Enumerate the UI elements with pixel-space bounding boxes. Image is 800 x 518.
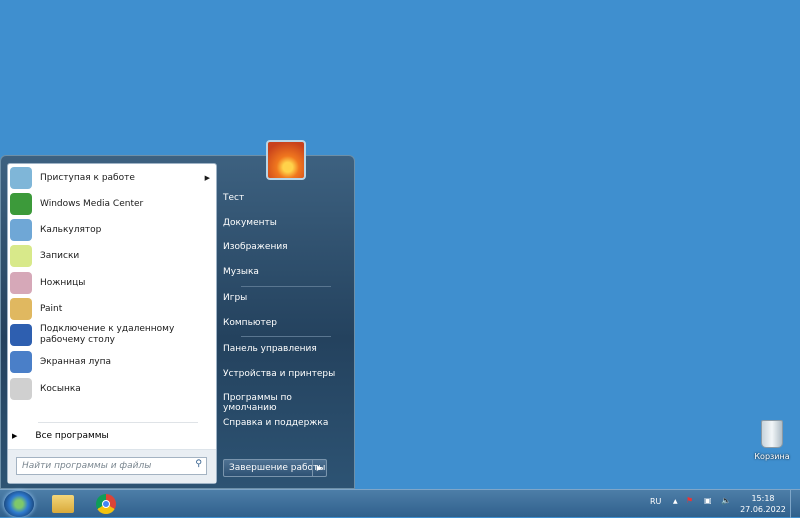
media-center-icon [10, 193, 32, 215]
right-menu-item[interactable]: Программы по умолчанию [223, 393, 343, 413]
right-menu-item[interactable]: Изображения [223, 242, 343, 252]
sticky-notes-icon [10, 245, 32, 267]
program-label: Приступая к работе [40, 172, 135, 183]
divider [241, 336, 331, 337]
explorer-taskbar-button[interactable] [52, 495, 74, 513]
search-placeholder: Найти программы и файлы [22, 461, 152, 471]
user-avatar[interactable] [266, 140, 306, 180]
chrome-taskbar-button[interactable] [96, 494, 116, 514]
recycle-bin-label: Корзина [754, 452, 790, 461]
network-icon[interactable]: ▣ [704, 496, 712, 505]
calculator-icon [10, 219, 32, 241]
program-item[interactable]: Windows Media Center [10, 193, 214, 215]
program-label: Экранная лупа [40, 356, 111, 367]
all-programs-label: Все программы [35, 431, 109, 441]
programs-panel: Приступая к работе ▶ Windows Media Center К… [7, 163, 217, 484]
language-indicator[interactable]: RU [650, 497, 661, 506]
program-label: Windows Media Center [40, 198, 144, 209]
remote-desktop-icon [10, 324, 32, 346]
start-menu: Приступая к работе ▶ Windows Media Center К… [0, 155, 355, 489]
arrow-right-icon: ▶ [12, 432, 18, 440]
solitaire-icon [10, 378, 32, 400]
program-item[interactable]: Ножницы [10, 272, 214, 294]
start-button[interactable] [4, 491, 34, 517]
clock[interactable]: 15:18 27.06.2022 [738, 493, 788, 515]
program-item[interactable]: Приступая к работе ▶ [10, 167, 214, 189]
program-label: Paint [40, 303, 63, 314]
scissors-icon [10, 272, 32, 294]
volume-icon[interactable]: 🔈 [721, 496, 731, 505]
program-label: Ножницы [40, 277, 86, 288]
clock-date: 27.06.2022 [740, 505, 786, 514]
divider [38, 422, 198, 423]
right-menu-item[interactable]: Панель управления [223, 344, 343, 354]
submenu-arrow-icon[interactable]: ▶ [205, 174, 210, 182]
clock-time: 15:18 [751, 494, 775, 503]
right-menu-item[interactable]: Компьютер [223, 318, 343, 328]
right-menu-item[interactable]: Устройства и принтеры [223, 369, 343, 379]
right-menu-item[interactable]: Тест [223, 193, 343, 203]
shutdown-button[interactable]: Завершение работы ▶ [223, 459, 327, 477]
right-menu-item[interactable]: Справка и поддержка [223, 418, 343, 428]
program-item[interactable]: Косынка [10, 378, 214, 400]
right-menu-item[interactable]: Документы [223, 218, 343, 228]
program-label: Калькулятор [40, 224, 102, 235]
paint-icon [10, 298, 32, 320]
recycle-bin[interactable]: Корзина [752, 420, 792, 461]
action-center-flag-icon[interactable]: ⚑ [686, 496, 693, 505]
program-item[interactable]: Paint [10, 298, 214, 320]
search-area: Найти программы и файлы ⚲ [8, 449, 216, 483]
show-desktop-button[interactable] [790, 490, 800, 518]
program-label: Записки [40, 250, 80, 261]
magnifier-icon [10, 351, 32, 373]
shutdown-options-button[interactable]: ▶ [312, 460, 326, 476]
program-item[interactable]: Калькулятор [10, 219, 214, 241]
program-label: Косынка [40, 383, 81, 394]
program-item[interactable]: Экранная лупа [10, 351, 214, 373]
right-menu-item[interactable]: Музыка [223, 267, 343, 277]
shutdown-label: Завершение работы [229, 463, 326, 473]
right-menu-item[interactable]: Игры [223, 293, 343, 303]
show-hidden-icons-button[interactable]: ▲ [673, 498, 678, 505]
program-item[interactable]: Записки [10, 245, 214, 267]
taskbar: RU ▲ ⚑ ▣ 🔈 15:18 27.06.2022 [0, 489, 800, 518]
all-programs-button[interactable]: ▶ Все программы [12, 429, 212, 443]
search-icon[interactable]: ⚲ [195, 459, 202, 469]
program-label: Подключение к удаленному рабочему столу [40, 324, 175, 345]
getting-started-icon [10, 167, 32, 189]
program-item[interactable]: Подключение к удаленному рабочему столу [10, 321, 214, 349]
divider [241, 286, 331, 287]
recycle-bin-icon [761, 420, 783, 448]
search-input[interactable]: Найти программы и файлы ⚲ [16, 457, 207, 475]
